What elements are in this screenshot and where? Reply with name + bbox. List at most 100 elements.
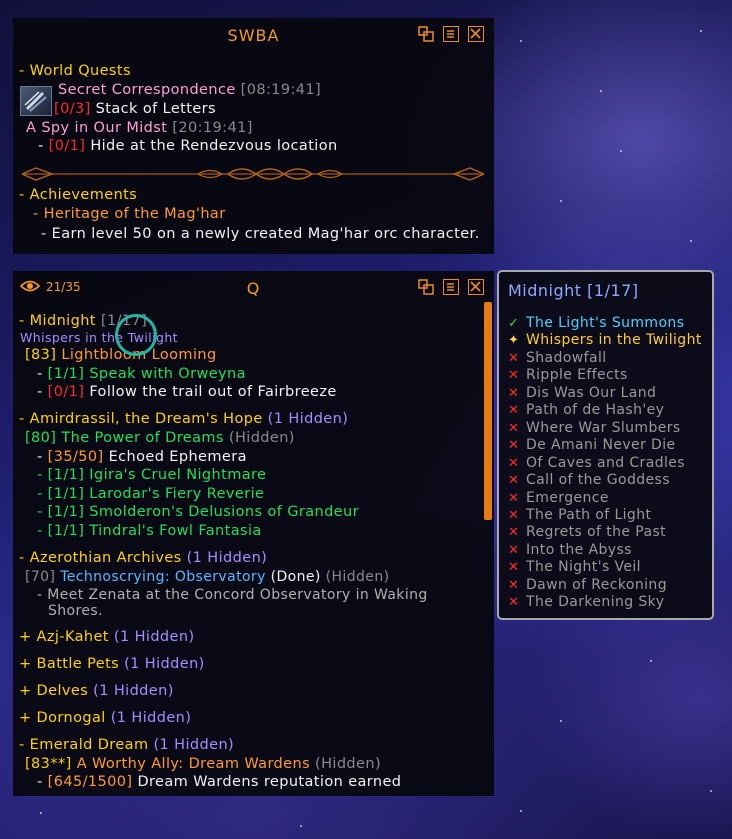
chapter-label: Whispers in the Twilight xyxy=(526,332,702,349)
obj-dream-wardens[interactable]: - [645/1500] Dream Wardens reputation ea… xyxy=(37,774,401,790)
world-quest-spy-in-our-midst[interactable]: A Spy in Our Midst [20:19:41] xyxy=(26,120,253,136)
text-segment: (1 Hidden) xyxy=(105,710,192,726)
x-icon: ✕ xyxy=(508,595,520,611)
text-segment: (Hidden) xyxy=(310,756,382,772)
text-segment: Follow the trail out of Fairbreeze xyxy=(84,384,337,400)
campaign-chapter[interactable]: ✕ Dis Was Our Land xyxy=(508,385,656,401)
x-icon: ✕ xyxy=(508,385,520,401)
eye-icon[interactable] xyxy=(20,279,40,293)
x-icon: ✕ xyxy=(508,350,520,366)
obj-zenata[interactable]: - Meet Zenata at the Concord Observatory… xyxy=(37,587,428,603)
obj-larodar[interactable]: - [1/1] Larodar's Fiery Reverie xyxy=(37,486,264,502)
achievement-heritage[interactable]: - Heritage of the Mag'har xyxy=(33,206,226,222)
campaign-chapter[interactable]: ✕ Ripple Effects xyxy=(508,367,628,383)
campaign-chapter[interactable]: ✦ Whispers in the Twilight xyxy=(508,332,702,348)
obj-tindral[interactable]: - [1/1] Tindral's Fowl Fantasia xyxy=(37,523,262,539)
text-segment: + Battle Pets xyxy=(19,656,120,672)
campaign-chapter[interactable]: ✕ Shadowfall xyxy=(508,350,607,366)
campaign-chapter[interactable]: ✕ The Darkening Sky xyxy=(508,594,664,610)
zone-dornogal[interactable]: + Dornogal (1 Hidden) xyxy=(19,710,191,726)
obj-echoed[interactable]: - [35/50] Echoed Ephemera xyxy=(37,449,247,465)
x-icon: ✕ xyxy=(508,368,520,384)
text-segment: - [1/1] Tindral's Fowl Fantasia xyxy=(37,523,262,539)
objective-text: Stack of Letters xyxy=(95,101,216,117)
campaign-chapter[interactable]: ✕ Regrets of the Past xyxy=(508,524,666,540)
text-segment: (Hidden) xyxy=(320,569,390,585)
x-icon: ✕ xyxy=(508,525,520,541)
text-segment: (1 Hidden) xyxy=(181,550,268,566)
world-quest-secret-correspondence[interactable]: Secret Correspondence [08:19:41] xyxy=(58,82,321,98)
chapter-label: Dis Was Our Land xyxy=(526,384,657,401)
toggle-window-icon[interactable] xyxy=(418,26,434,42)
chapter-label: De Amani Never Die xyxy=(526,437,676,454)
star-icon: ✦ xyxy=(508,333,520,349)
text-segment: (Done) xyxy=(265,569,321,585)
check-icon: ✓ xyxy=(508,316,520,331)
text-segment: + Dornogal xyxy=(19,710,106,726)
zone-emerald-dream[interactable]: - Emerald Dream (1 Hidden) xyxy=(19,737,234,753)
zone-delves[interactable]: + Delves (1 Hidden) xyxy=(19,683,174,699)
objective-count: [0/1] xyxy=(48,138,86,154)
objective-count-value: 0/3] xyxy=(60,101,91,117)
quest-technoscrying[interactable]: [70] Technoscrying: Observatory (Done) (… xyxy=(25,569,389,585)
close-icon[interactable] xyxy=(468,279,484,295)
obj-speak[interactable]: - [1/1] Speak with Orweyna xyxy=(37,366,246,382)
x-icon: ✕ xyxy=(508,542,520,558)
obj-follow[interactable]: - [0/1] Follow the trail out of Fairbree… xyxy=(37,384,337,400)
quest-timer: [20:19:41] xyxy=(172,120,253,136)
campaign-chapter[interactable]: ✓ The Light's Summons xyxy=(508,315,684,331)
campaign-chapter[interactable]: ✕ Emergence xyxy=(508,490,609,506)
x-icon: ✕ xyxy=(508,438,520,454)
campaign-chapter[interactable]: ✕ De Amani Never Die xyxy=(508,437,676,453)
text-segment: - Azerothian Archives xyxy=(19,550,182,566)
achievements-header[interactable]: - Achievements xyxy=(19,187,137,203)
text-segment: (1 Hidden) xyxy=(119,656,205,672)
objective-hide: - [0/1] Hide at the Rendezvous location xyxy=(38,138,338,154)
campaign-chapter[interactable]: ✕ The Night's Veil xyxy=(508,559,641,575)
quest-worthy-ally[interactable]: [83**] A Worthy Ally: Dream Wardens (Hid… xyxy=(25,756,381,772)
text-segment: - Meet Zenata at the Concord Observatory… xyxy=(37,587,428,603)
world-quests-header[interactable]: - World Quests xyxy=(19,63,131,79)
menu-icon[interactable] xyxy=(443,279,459,295)
quest-name: Secret Correspondence xyxy=(58,82,236,98)
zone-azerothian[interactable]: - Azerothian Archives (1 Hidden) xyxy=(19,550,267,566)
text-segment: - Midnight xyxy=(19,313,96,329)
chapter-label: Call of the Goddess xyxy=(526,472,670,489)
text-segment: (Hidden) xyxy=(223,430,295,446)
text-segment: + Delves xyxy=(19,683,89,699)
menu-icon[interactable] xyxy=(443,26,459,42)
text-segment: + Azj-Kahet xyxy=(19,629,109,645)
text-segment: [35/50] xyxy=(47,449,104,465)
close-icon[interactable] xyxy=(468,26,484,42)
cursor-highlight xyxy=(115,314,157,356)
quest-scrollbar[interactable] xyxy=(484,302,492,520)
campaign-chapter[interactable]: ✕ Of Caves and Cradles xyxy=(508,455,685,471)
chapter-label: Shadowfall xyxy=(526,349,607,366)
text-segment: - xyxy=(37,774,48,790)
chapter-label: Dawn of Reckoning xyxy=(526,576,667,593)
campaign-chapter[interactable]: ✕ Call of the Goddess xyxy=(508,472,670,488)
zone-amirdrassil[interactable]: - Amirdrassil, the Dream's Hope (1 Hidde… xyxy=(19,411,348,427)
quest-power-of-dreams[interactable]: [80] The Power of Dreams (Hidden) xyxy=(25,430,295,446)
obj-smolderon[interactable]: - [1/1] Smolderon's Delusions of Grandeu… xyxy=(37,504,359,520)
text-segment: [1/1] Speak with Orweyna xyxy=(47,366,246,382)
text-segment: - [1/1] Larodar's Fiery Reverie xyxy=(37,486,265,502)
toggle-window-icon[interactable] xyxy=(418,279,434,295)
chapter-label: Of Caves and Cradles xyxy=(526,454,685,471)
text-segment: - [1/1] Igira's Cruel Nightmare xyxy=(37,467,267,483)
obj-igira[interactable]: - [1/1] Igira's Cruel Nightmare xyxy=(37,467,266,483)
campaign-chapter[interactable]: ✕ Path of de Hash'ey xyxy=(508,402,664,418)
campaign-chapter[interactable]: ✕ The Path of Light xyxy=(508,507,651,523)
zone-battle-pets[interactable]: + Battle Pets (1 Hidden) xyxy=(19,656,205,672)
quest-item-icon[interactable] xyxy=(20,86,52,116)
text-segment: (1 Hidden) xyxy=(108,629,195,645)
zone-azj-kahet[interactable]: + Azj-Kahet (1 Hidden) xyxy=(19,629,195,645)
x-icon: ✕ xyxy=(508,420,520,436)
campaign-chapter[interactable]: ✕ Dawn of Reckoning xyxy=(508,577,667,593)
ornament-divider xyxy=(22,167,484,181)
text-segment: - Emerald Dream xyxy=(19,737,149,753)
campaign-chapter[interactable]: ✕ Into the Abyss xyxy=(508,542,632,558)
text-segment: Dream Wardens reputation earned xyxy=(132,774,402,790)
campaign-chapter[interactable]: ✕ Where War Slumbers xyxy=(508,420,681,436)
obj-zenata-2[interactable]: Shores. xyxy=(48,603,103,619)
